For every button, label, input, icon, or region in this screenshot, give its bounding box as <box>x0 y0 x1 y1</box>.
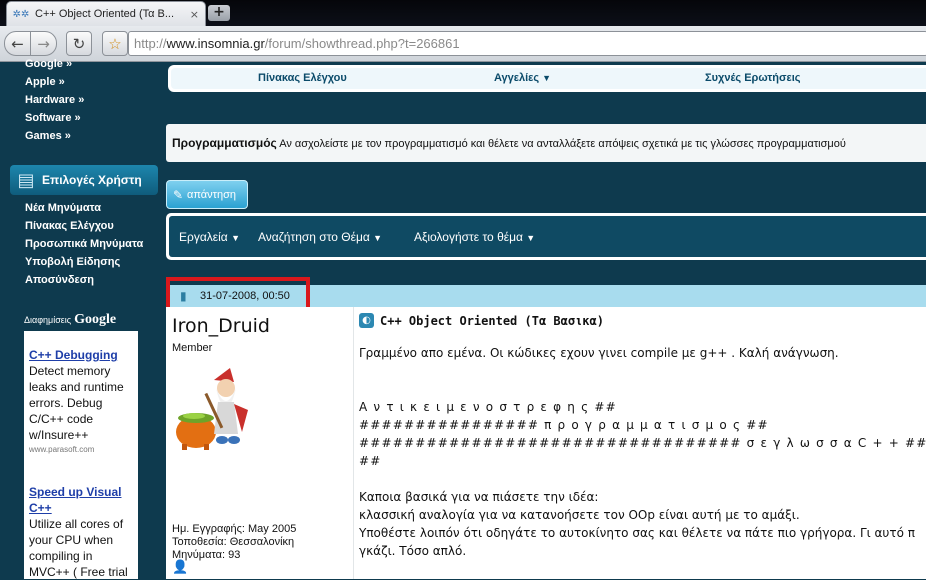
forum-description: Αν ασχολείστε με τον προγραμματισμό και … <box>279 138 846 150</box>
user-join-date: Ημ. Εγγραφής: May 2005 <box>172 523 297 535</box>
new-tab-button[interactable]: + <box>208 5 230 21</box>
caret-down-icon: ▼ <box>526 233 536 243</box>
ads-header: Διαφημίσεις Google <box>24 309 138 331</box>
sidebar-link-hardware[interactable]: Hardware » <box>25 94 84 106</box>
post-text-line: ################################## σ ε γ… <box>359 436 926 450</box>
notebook-icon: ▤ <box>17 169 35 191</box>
thread-tools-inner: Εργαλεία ▼ Αναζήτηση στο Θέμα ▼ Αξιολογή… <box>169 216 926 257</box>
rate-thread-menu[interactable]: Αξιολογήστε το θέμα ▼ <box>414 230 535 244</box>
browser-tab[interactable]: ✲✲ C++ Object Oriented (Τα Β... × <box>6 1 206 26</box>
post-title: C++ Object Oriented (Τα Βασικα) <box>380 314 604 328</box>
ad-body-line: w/Insure++ <box>29 428 89 442</box>
rate-thread-label: Αξιολογήστε το θέμα <box>414 230 523 244</box>
post-body: Iron_Druid Member Ημ. Εγγραφής: May 2005… <box>166 307 926 579</box>
post-user-info: Iron_Druid Member Ημ. Εγγραφής: May 2005… <box>166 307 354 579</box>
sidebar-link-software[interactable]: Software » <box>25 112 81 124</box>
search-thread-menu[interactable]: Αναζήτηση στο Θέμα ▼ <box>258 230 382 244</box>
google-ads-box: Διαφημίσεις Google C++ Debugging Detect … <box>24 309 138 579</box>
post-text-line: ## <box>359 454 382 468</box>
url-prefix: http:// <box>134 36 167 51</box>
ad-body-line: your CPU when <box>29 533 114 547</box>
tab-title: C++ Object Oriented (Τα Β... <box>35 8 175 20</box>
sidebar-link-games[interactable]: Games » <box>25 130 71 142</box>
thread-tools-menu[interactable]: Εργαλεία ▼ <box>179 230 240 244</box>
top-navbar-inner: Πίνακας Ελέγχου Αγγελίες ▼ Συχνές Ερωτήσ… <box>171 68 926 89</box>
reply-button[interactable]: ✎ απάντηση <box>166 180 248 209</box>
ad-body-line: errors. Debug <box>29 396 103 410</box>
post-text-line: Α ν τ ι κ ε ι μ ε ν ο σ τ ρ ε φ η ς ## <box>359 400 617 414</box>
user-options-title: Επιλογές Χρήστη <box>42 173 142 187</box>
close-tab-icon[interactable]: × <box>190 8 199 21</box>
thread-tools-bar: Εργαλεία ▼ Αναζήτηση στο Θέμα ▼ Αξιολογή… <box>166 213 926 260</box>
post-content: ◐ C++ Object Oriented (Τα Βασικα) Γραμμέ… <box>359 307 926 579</box>
main-content: Πίνακας Ελέγχου Αγγελίες ▼ Συχνές Ερωτήσ… <box>162 62 926 579</box>
user-rank: Member <box>172 342 213 354</box>
ad-body-line: Utilize all cores of <box>29 517 124 531</box>
caret-down-icon: ▼ <box>231 233 240 243</box>
ad-body-line: compiling in <box>29 549 93 563</box>
top-navbar: Πίνακας Ελέγχου Αγγελίες ▼ Συχνές Ερωτήσ… <box>168 65 926 92</box>
address-bar[interactable]: http://www.insomnia.gr/forum/showthread.… <box>128 31 926 56</box>
post-username[interactable]: Iron_Druid <box>172 315 270 337</box>
reply-icon: ✎ <box>172 187 184 202</box>
sidebar-link-private-messages[interactable]: Προσωπικά Μηνύματα <box>25 238 143 250</box>
sidebar-link-logout[interactable]: Αποσύνδεση <box>25 274 94 286</box>
ads-label: Διαφημίσεις <box>24 315 72 325</box>
ad-title-speed-up-visual-cpp-2[interactable]: C++ <box>29 500 52 516</box>
user-online-icon: 👤 <box>172 560 189 575</box>
reply-label: απάντηση <box>187 188 237 201</box>
caret-down-icon: ▼ <box>373 233 383 243</box>
favicon-icon: ✲✲ <box>12 8 30 20</box>
ad-title-cpp-debugging[interactable]: C++ Debugging <box>29 347 118 363</box>
ad-body-line: Detect memory <box>29 364 111 378</box>
url-path: /forum/showthread.php?t=266861 <box>264 36 460 51</box>
star-icon: ☆ <box>108 34 122 53</box>
back-button[interactable]: ← <box>4 31 31 56</box>
ad-title-speed-up-visual-cpp[interactable]: Speed up Visual <box>29 484 121 500</box>
tab-strip: ✲✲ C++ Object Oriented (Τα Β... × + <box>0 0 926 26</box>
sidebar-link-google[interactable]: Google » <box>25 58 72 70</box>
bookmark-button[interactable]: ☆ <box>102 31 128 56</box>
sidebar-link-control-panel[interactable]: Πίνακας Ελέγχου <box>25 220 114 232</box>
user-location: Τοποθεσία: Θεσσαλονίκη <box>172 536 295 548</box>
nav-classifieds[interactable]: Αγγελίες ▼ <box>494 72 551 84</box>
nav-classifieds-label: Αγγελίες <box>494 72 540 84</box>
post-text-line: γκάζι. Τόσο απλό. <box>359 544 467 558</box>
sidebar: Google » Apple » Hardware » Software » G… <box>0 58 162 579</box>
arrow-left-icon: ← <box>11 34 24 53</box>
post-title-icon: ◐ <box>359 313 374 328</box>
url-host: www.insomnia.gr <box>166 36 265 51</box>
ad-body-line: C/C++ code <box>29 412 94 426</box>
post-text-line: Καποια βασικά για να πιάσετε την ιδέα: <box>359 490 599 504</box>
forum-description-bar: Προγραμματισμός Αν ασχολείστε με τον προ… <box>166 124 926 162</box>
browser-toolbar: ← → ↻ ☆ http://www.insomnia.gr/forum/sho… <box>0 26 926 62</box>
ad-url[interactable]: www.parasoft.com <box>29 445 94 454</box>
reload-icon: ↻ <box>72 34 86 53</box>
reload-button[interactable]: ↻ <box>66 31 92 56</box>
arrow-right-icon: → <box>37 34 50 53</box>
thread-tools-label: Εργαλεία <box>179 230 228 244</box>
user-options-header: ▤ Επιλογές Χρήστη <box>10 165 158 195</box>
ad-body-line: MVC++ ( Free trial <box>29 565 128 579</box>
nav-control-panel[interactable]: Πίνακας Ελέγχου <box>258 72 347 84</box>
post-text-line: ################ π ρ ο γ ρ α μ μ α τ ι σ… <box>359 418 769 432</box>
sidebar-link-apple[interactable]: Apple » <box>25 76 65 88</box>
avatar <box>176 368 248 450</box>
nav-faq[interactable]: Συχνές Ερωτήσεις <box>705 72 800 84</box>
forum-name[interactable]: Προγραμματισμός <box>172 136 277 150</box>
caret-down-icon: ▼ <box>542 73 552 83</box>
google-logo: Google <box>74 312 117 327</box>
post-text-line: Γραμμένο απο εμένα. Οι κώδικες εχουν γιν… <box>359 346 839 360</box>
sidebar-link-submit-news[interactable]: Υποβολή Είδησης <box>25 256 120 268</box>
forward-button[interactable]: → <box>30 31 57 56</box>
ad-body-line: leaks and runtime <box>29 380 124 394</box>
post-text-line: κλασσική αναλογία για να κατανοήσετε τον… <box>359 508 800 522</box>
post-text-line: Υποθέστε λοιπόν ότι οδηγάτε το αυτοκίνητ… <box>359 526 915 540</box>
sidebar-link-new-messages[interactable]: Νέα Μηνύματα <box>25 202 101 214</box>
search-thread-label: Αναζήτηση στο Θέμα <box>258 230 370 244</box>
